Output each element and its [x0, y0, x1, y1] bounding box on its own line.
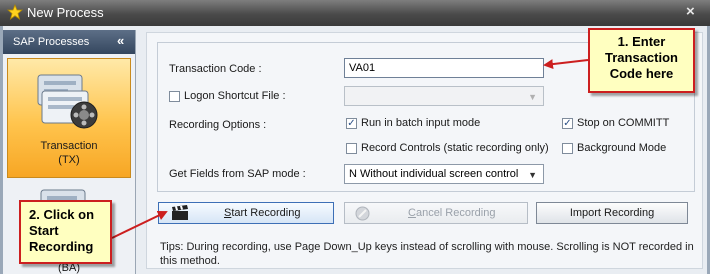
start-recording-button[interactable]: Start Recording — [158, 202, 334, 224]
start-recording-label: tart Recording — [231, 207, 301, 219]
run-batch-label: Run in batch input mode — [361, 117, 481, 129]
record-controls-checkbox[interactable] — [346, 143, 357, 154]
callout-line: 2. Click on — [29, 207, 95, 222]
get-fields-dropdown[interactable]: N Without individual screen control ▼ — [344, 164, 544, 184]
transaction-code-input[interactable]: VA01 — [344, 58, 544, 78]
stop-on-commit-label: Stop on COMMITT — [577, 117, 670, 129]
window-title: New Process — [27, 5, 104, 20]
callout-line: Start — [29, 223, 59, 238]
callout-line: Recording — [29, 239, 94, 254]
close-icon[interactable]: × — [686, 3, 695, 20]
sidebar-item-transaction[interactable]: Transaction (TX) — [7, 58, 131, 178]
import-recording-button[interactable]: Import Recording — [536, 202, 688, 224]
run-batch-checkbox[interactable]: ✓ — [346, 118, 357, 129]
chevron-down-icon: ▼ — [528, 170, 537, 180]
window-titlebar: New Process × — [0, 0, 710, 26]
sidebar-item-sublabel: (TX) — [58, 154, 80, 166]
background-mode-label: Background Mode — [577, 142, 667, 154]
import-recording-label: Import Recording — [569, 207, 655, 219]
tips-text: Tips: During recording, use Page Down_Up… — [160, 241, 694, 267]
logon-shortcut-dropdown[interactable]: ▼ — [344, 86, 544, 106]
stop-on-commit-checkbox[interactable]: ✓ — [562, 118, 573, 129]
callout-line: Transaction — [605, 50, 678, 65]
clapperboard-icon — [172, 205, 188, 220]
recording-options-label: Recording Options : — [169, 119, 267, 131]
callout-line: 1. Enter — [617, 34, 666, 49]
callout-line: Code here — [609, 66, 674, 81]
background-mode-checkbox[interactable] — [562, 143, 573, 154]
star-icon — [7, 4, 23, 20]
cancel-recording-button[interactable]: Cancel Recording — [344, 202, 528, 224]
transaction-code-label: Transaction Code : — [169, 63, 262, 75]
record-controls-label: Record Controls (static recording only) — [361, 142, 549, 154]
chevron-down-icon: ▼ — [528, 92, 537, 102]
callout-click-start: 2. Click on Start Recording — [19, 200, 112, 264]
sidebar-title: SAP Processes — [13, 36, 90, 48]
callout-enter-transaction: 1. Enter Transaction Code here — [588, 28, 695, 93]
sidebar-item-label: Transaction — [40, 140, 98, 152]
collapse-icon[interactable]: « — [117, 33, 124, 48]
logon-shortcut-checkbox[interactable] — [169, 91, 180, 102]
sidebar-header: SAP Processes « — [3, 30, 135, 54]
logon-shortcut-label: Logon Shortcut File : — [184, 90, 286, 102]
cancel-recording-mnemonic: C — [408, 207, 416, 219]
get-fields-value: N Without individual screen control — [349, 168, 519, 180]
transaction-code-value: VA01 — [349, 62, 376, 74]
get-fields-label: Get Fields from SAP mode : — [169, 168, 306, 180]
transaction-icon — [37, 74, 98, 129]
cancel-recording-label: ancel Recording — [415, 207, 496, 219]
cancel-icon — [355, 206, 370, 221]
